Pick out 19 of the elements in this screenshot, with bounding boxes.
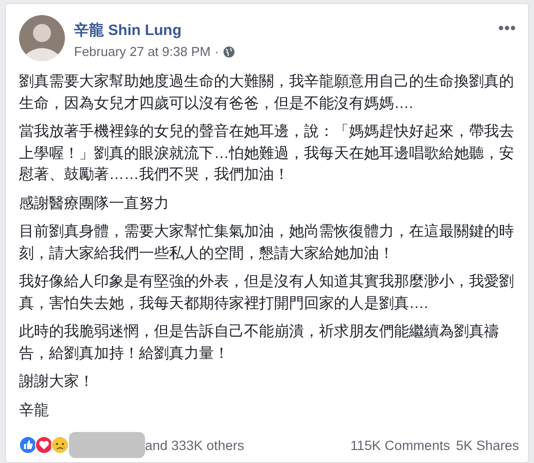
author-name[interactable]: 辛龍 Shin Lung bbox=[74, 21, 235, 40]
globe-icon bbox=[222, 46, 235, 58]
comments-count[interactable]: 115K Comments bbox=[350, 438, 450, 452]
avatar[interactable] bbox=[19, 15, 65, 61]
like-icon[interactable] bbox=[19, 436, 37, 454]
reaction-summary[interactable]: and 333K others bbox=[145, 438, 244, 452]
post-paragraph: 此時的我脆弱迷惘，但是告訴自己不能崩潰，祈求朋友們能繼續為劉真禱告，給劉真加持！給劉真力量！ bbox=[19, 322, 500, 364]
post-paragraph: 我好像給人印象是有堅強的外表，但是沒有人知道其實我那麼渺小，我愛劉真，害怕失去她，我每天都期待家裡打開門回家的人是劉真…. bbox=[19, 272, 515, 314]
post-timestamp[interactable]: February 27 at 9:38 PM bbox=[74, 44, 211, 59]
post-paragraph: 辛龍 bbox=[19, 400, 50, 420]
post-paragraph: 劉真需要大家幫助她度過生命的大難關，我辛龍願意用自己的生命換劉真的生命，因為女兒才四歲可以沒有爸爸，但是不能沒有媽媽…. bbox=[19, 72, 515, 114]
separator-dot: · bbox=[214, 44, 219, 59]
sad-face-icon[interactable] bbox=[51, 436, 69, 454]
shares-count[interactable]: 5K Shares bbox=[456, 438, 519, 452]
more-options-icon[interactable] bbox=[498, 25, 516, 31]
post-paragraph: 謝謝大家！ bbox=[19, 372, 95, 392]
post-paragraph: 目前劉真身體，需要大家幫忙集氣加油，她尚需恢復體力，在這最關鍵的時刻，請大家給我們一些私人的空間，懇請大家給她加油！ bbox=[19, 222, 515, 264]
post-paragraph: 感謝醫療團隊一直努力 bbox=[19, 194, 170, 214]
post-paragraph: 當我放著手機裡錄的女兒的聲音在她耳邊，說：「媽媽趕快好起來，帶我去上學喔！」劉真的眼淚就流下…怕她難過，我每天在她耳邊唱歌給她聽，安慰著、鼓勵著……我們不哭，我們加油！ bbox=[19, 122, 515, 185]
